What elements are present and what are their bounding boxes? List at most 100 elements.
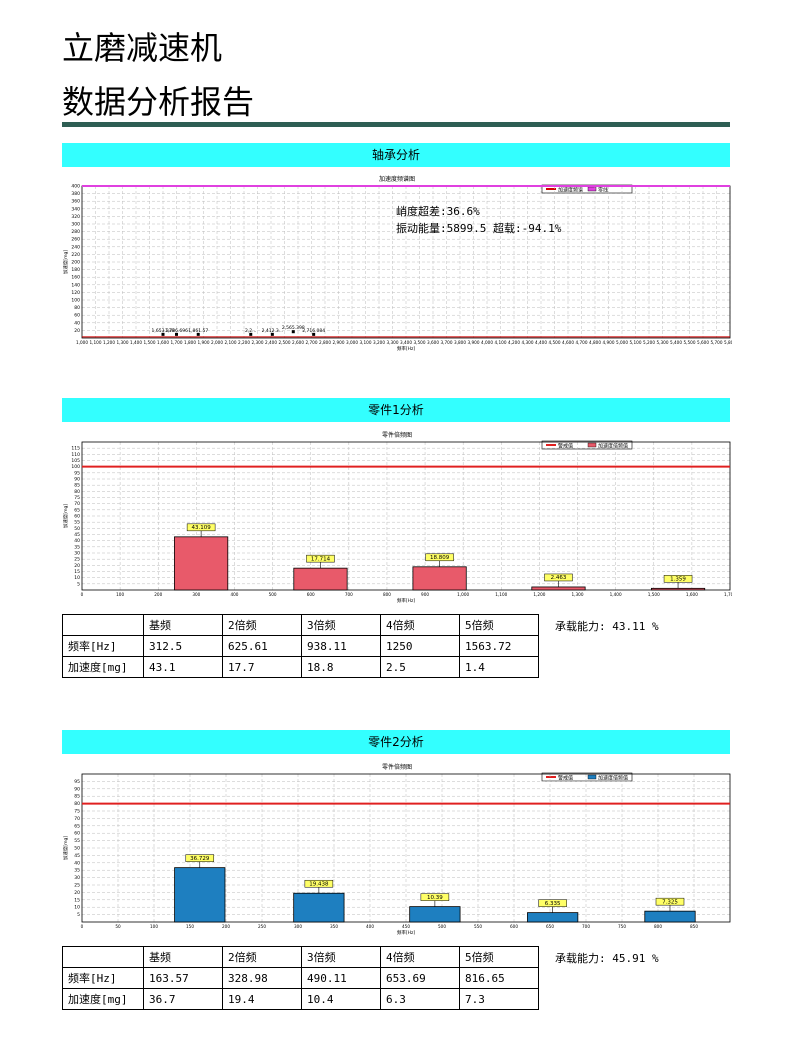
x-tick-label: 1,400 (130, 340, 142, 345)
y-tick-label: 55 (74, 520, 80, 526)
table-cell: 2.5 (380, 656, 460, 678)
x-tick-label: 450 (402, 924, 410, 929)
x-tick-label: 2,400 (265, 340, 277, 345)
table-cell: 1250 (380, 635, 460, 657)
x-tick-label: 2,700 (306, 340, 318, 345)
x-tick-label: 0 (81, 592, 84, 597)
x-tick-label: 200 (222, 924, 230, 929)
legend-label: 警戒值 (558, 775, 573, 782)
chart-annotation-kurtosis: 峭度超差:36.6% (396, 204, 480, 218)
y-tick-label: 85 (74, 483, 80, 489)
table-row: 加速度[mg] 43.1 17.7 18.8 2.5 1.4 (62, 656, 539, 678)
table-cell: 3倍频 (301, 614, 381, 636)
table-cell: 490.11 (301, 967, 381, 989)
table-cell: 328.98 (222, 967, 302, 989)
part1-table: 基频 2倍频 3倍频 4倍频 5倍频 频率[Hz] 312.5 625.61 9… (62, 614, 539, 678)
y-tick-label: 95 (74, 470, 80, 476)
x-tick-label: 1,500 (648, 592, 660, 597)
table-row: 加速度[mg] 36.7 19.4 10.4 6.3 7.3 (62, 988, 539, 1010)
x-tick-label: 700 (582, 924, 590, 929)
y-tick-label: 15 (74, 897, 80, 903)
x-tick-label: 5,000 (616, 340, 628, 345)
x-tick-label: 300 (192, 592, 200, 597)
x-tick-label: 2,200 (238, 340, 250, 345)
x-tick-label: 4,800 (589, 340, 601, 345)
table-cell: 4倍频 (380, 946, 460, 968)
table-cell: 2倍频 (222, 946, 302, 968)
y-tick-label: 160 (71, 275, 80, 281)
bar (650, 587, 706, 591)
x-tick-label: 800 (383, 592, 391, 597)
data-label: 2.463 (551, 575, 567, 581)
table-cell: 18.8 (301, 656, 381, 678)
table-cell: 1563.72 (459, 635, 539, 657)
y-tick-label: 300 (71, 222, 80, 228)
data-label: 6.335 (545, 901, 561, 907)
y-tick-label: 100 (71, 464, 80, 470)
table-cell: 36.7 (143, 988, 223, 1010)
x-tick-label: 5,600 (697, 340, 709, 345)
bar (293, 567, 348, 591)
x-tick-label: 4,100 (495, 340, 507, 345)
x-tick-label: 100 (116, 592, 124, 597)
y-tick-label: 75 (74, 809, 80, 815)
x-tick-label: 2,500 (279, 340, 291, 345)
y-tick-label: 90 (74, 786, 80, 792)
x-tick-label: 1,800 (184, 340, 196, 345)
y-tick-label: 360 (71, 199, 80, 205)
table-cell (62, 614, 144, 636)
bearing-chart: 加速度频谱图 加速度频谱 零线 20 40 60 80 100 120 140 160 180 200 2… (62, 172, 732, 356)
x-tick-label: 4,500 (549, 340, 561, 345)
x-tick-label: 1,600 (686, 592, 698, 597)
x-tick-label: 4,200 (508, 340, 520, 345)
y-tick-label: 105 (71, 458, 80, 464)
part2-chart-svg: 零件倍频图警戒值 加速度倍频值51015202530354045505560657… (62, 763, 731, 936)
peak-label: 2,716.084 (302, 328, 325, 334)
table-cell: 5倍频 (459, 614, 539, 636)
x-tick-label: 300 (294, 924, 302, 929)
x-tick-label: 5,100 (630, 340, 642, 345)
x-tick-label: 3,700 (441, 340, 453, 345)
peak-label: 1,736.696 (165, 328, 188, 334)
title-divider (62, 122, 730, 127)
x-axis-label: 频率[Hz] (397, 929, 416, 936)
x-tick-label: 2,000 (211, 340, 223, 345)
y-tick-label: 20 (74, 563, 80, 569)
y-tick-label: 35 (74, 544, 80, 550)
report-title-line2: 数据分析报告 (62, 83, 255, 121)
report-title-line1: 立磨减速机 (62, 29, 223, 67)
table-cell: 17.7 (222, 656, 302, 678)
y-tick-label: 5 (77, 912, 80, 918)
x-tick-label: 0 (81, 924, 84, 929)
x-tick-label: 1,100 (495, 592, 507, 597)
y-tick-label: 75 (74, 495, 80, 501)
x-tick-label: 1,700 (171, 340, 183, 345)
y-tick-label: 60 (74, 313, 80, 319)
table-cell: 基频 (143, 614, 223, 636)
x-tick-label: 400 (366, 924, 374, 929)
x-tick-label: 4,300 (522, 340, 534, 345)
x-tick-label: 5,700 (711, 340, 723, 345)
x-tick-label: 1,000 (457, 592, 469, 597)
bar (409, 906, 461, 923)
table-cell: 938.11 (301, 635, 381, 657)
y-tick-label: 5 (77, 581, 80, 587)
x-tick-label: 4,700 (576, 340, 588, 345)
x-tick-label: 2,900 (333, 340, 345, 345)
x-tick-label: 1,200 (533, 592, 545, 597)
y-tick-label: 140 (71, 282, 80, 288)
table-cell: 频率[Hz] (62, 635, 144, 657)
y-tick-label: 90 (74, 477, 80, 483)
table-cell: 653.69 (380, 967, 460, 989)
x-tick-label: 500 (438, 924, 446, 929)
table-cell: 43.1 (143, 656, 223, 678)
x-tick-label: 5,800 (724, 340, 732, 345)
x-tick-label: 1,300 (572, 592, 584, 597)
x-tick-label: 3,100 (360, 340, 372, 345)
table-cell: 312.5 (143, 635, 223, 657)
y-tick-label: 115 (71, 446, 80, 452)
x-tick-label: 500 (269, 592, 277, 597)
table-cell: 基频 (143, 946, 223, 968)
table-cell: 加速度[mg] (62, 656, 144, 678)
x-tick-label: 5,300 (657, 340, 669, 345)
